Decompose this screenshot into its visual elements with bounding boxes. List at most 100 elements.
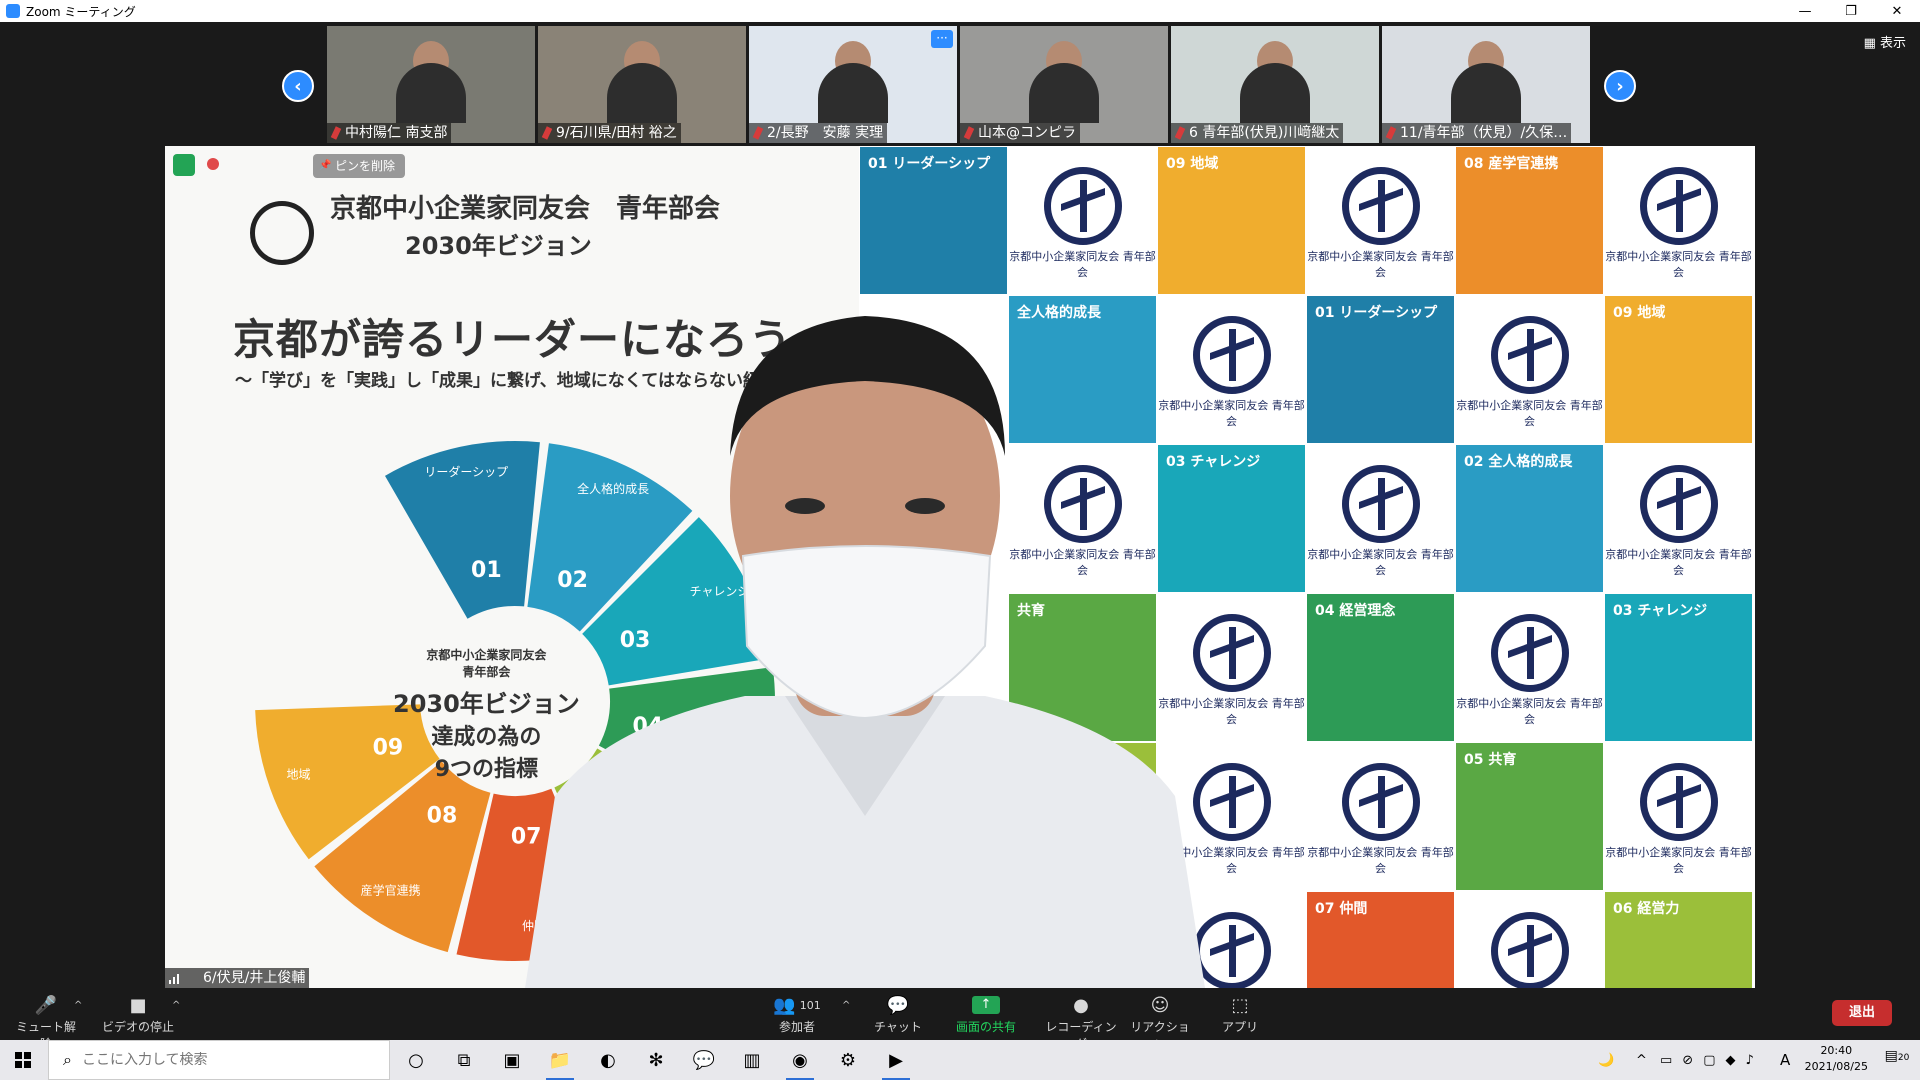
search-icon: ⌕ [63, 1050, 72, 1069]
wheel-segment-label: 産学官連携 [361, 882, 421, 897]
tray-icons: ▭ ⊘ ▢ ◆ ♪ [1660, 1040, 1780, 1080]
share-screen-icon: ↑ [950, 992, 1022, 1018]
video-options-caret[interactable]: ^ [172, 1000, 180, 1011]
taskbar-clock[interactable]: 20:40 2021/08/25 [1805, 1043, 1868, 1075]
taskbar-app-line[interactable]: 💬 [688, 1044, 720, 1076]
participant-body [818, 63, 888, 123]
slide-indicator-tile: 05 共育 [1455, 742, 1604, 891]
logo-tile-caption: 京都中小企業家同友会 青年部会 [1456, 697, 1603, 726]
ime-indicator[interactable]: A [1780, 1040, 1790, 1080]
stop-video-label: ビデオの停止 [101, 1020, 174, 1034]
tile-tag: 02 全人格的成長 [1464, 454, 1573, 470]
window-title: Zoom ミーティング [26, 4, 136, 19]
taskbar-app-task-view[interactable]: ⧉ [448, 1044, 480, 1076]
participant-thumbnail[interactable]: 山本@コンピラ [960, 26, 1168, 143]
wheel-segment-number: 08 [427, 804, 458, 829]
speaker-name-text: 6/伏見/井上俊輔 [203, 970, 306, 986]
notification-center-button[interactable]: ▤20 [1882, 1048, 1912, 1072]
tile-tag: 09 地域 [1166, 156, 1219, 172]
association-logo-icon [1639, 166, 1718, 245]
participant-name: 9/石川県/田村 裕之 [538, 123, 681, 143]
display-icon[interactable]: ▢ [1703, 1053, 1715, 1068]
taskbar-app-slack[interactable]: ✻ [640, 1044, 672, 1076]
tile-tag: 09 地域 [1613, 305, 1666, 321]
slide-organization: 京都中小企業家同友会 青年部会 [330, 194, 721, 224]
tray-overflow-caret[interactable]: ^ [1636, 1040, 1647, 1080]
logo-tile-caption: 京都中小企業家同友会 青年部会 [1307, 250, 1454, 279]
volume-icon[interactable]: ♪ [1746, 1053, 1754, 1068]
reaction-icon: ☺ [1150, 994, 1170, 1016]
participant-name: 11/青年部（伏見）/久保… [1382, 123, 1572, 143]
video-camera-icon: ■ [129, 994, 147, 1016]
thumbnail-more-button[interactable]: ··· [931, 30, 953, 48]
next-page-button[interactable]: › [1604, 70, 1636, 102]
participant-body [1240, 63, 1310, 123]
taskbar-app-trello[interactable]: ▥ [736, 1044, 768, 1076]
slide-logo-tile: 京都中小企業家同友会 青年部会 [1604, 146, 1753, 295]
maximize-button[interactable]: ❐ [1828, 0, 1874, 22]
view-button[interactable]: ▦ 表示 [1864, 32, 1906, 51]
speaker-figure [525, 316, 1205, 988]
logo-tile-caption: 京都中小企業家同友会 青年部会 [1307, 548, 1454, 577]
participant-thumbnail[interactable]: 11/青年部（伏見）/久保… [1382, 26, 1590, 143]
taskbar-app-chrome[interactable]: ◉ [784, 1044, 816, 1080]
apps-icon: ⬚ [1231, 994, 1249, 1016]
taskbar-app-zoom[interactable]: ▶ [880, 1044, 912, 1080]
association-logo-icon [1639, 762, 1718, 841]
association-logo-icon [1490, 315, 1569, 394]
logo-tile-caption: 京都中小企業家同友会 青年部会 [1456, 399, 1603, 428]
leave-meeting-button[interactable]: 退出 [1832, 1000, 1892, 1026]
clock-date: 2021/08/25 [1804, 1060, 1868, 1073]
tray-moon-icon[interactable]: 🌙 [1598, 1040, 1614, 1080]
participant-thumbnail[interactable]: 9/石川県/田村 裕之 [538, 26, 746, 143]
participant-body [607, 63, 677, 123]
participant-thumbnail[interactable]: 6 青年部(伏見)川﨑継太 [1171, 26, 1379, 143]
tile-tag: 01 リーダーシップ [1315, 305, 1438, 321]
minimize-button[interactable]: — [1782, 0, 1828, 22]
share-screen-button[interactable]: ↑ 画面の共有 [950, 992, 1022, 1035]
taskbar-search-box[interactable]: ⌕ [48, 1040, 390, 1080]
stop-video-button[interactable]: ■ ビデオの停止 [100, 992, 176, 1035]
chat-button[interactable]: 💬 チャット [868, 992, 928, 1035]
participant-name: 山本@コンピラ [960, 123, 1080, 143]
active-speaker-video[interactable]: 京都中小企業家同友会 青年部会 2030年ビジョン 京都が誇るリーダーになろう … [165, 146, 1755, 988]
participants-label: 参加者 [778, 1020, 815, 1034]
windows-logo-icon [15, 1052, 31, 1068]
taskbar-app-cortana[interactable]: ○ [400, 1044, 432, 1076]
participants-icon: 👥 101 [762, 992, 832, 1018]
participant-thumbnail-strip: 中村陽仁 南支部 9/石川県/田村 裕之 2/長野 安藤 実理 ··· 山本@コンピラ 6… [327, 26, 1590, 143]
window-controls: — ❐ ✕ [1782, 0, 1920, 22]
slide-logo-tile: 京都中小企業家同友会 青年部会 [1455, 295, 1604, 444]
taskbar-app-edge[interactable]: ◐ [592, 1044, 624, 1076]
meeting-area: ‹ 中村陽仁 南支部 9/石川県/田村 裕之 2/長野 安藤 実理 ··· 山本@コンピ… [0, 22, 1920, 988]
remove-pin-button[interactable]: ピンを削除 [313, 154, 406, 178]
apps-button[interactable]: ⬚ アプリ [1218, 992, 1262, 1035]
tile-tag: 08 産学官連携 [1464, 156, 1559, 172]
audio-options-caret[interactable]: ^ [74, 1000, 82, 1011]
taskbar-search-input[interactable] [81, 1052, 362, 1068]
participant-name: 2/長野 安藤 実理 [749, 123, 888, 143]
taskbar-app-file-explorer[interactable]: 📁 [544, 1044, 576, 1080]
slide-indicator-tile: 08 産学官連携 [1455, 146, 1604, 295]
taskbar-app-bw-app[interactable]: ▣ [496, 1044, 528, 1076]
network-icon[interactable]: ▭ [1660, 1053, 1672, 1068]
participant-count: 101 [799, 998, 821, 1012]
start-button[interactable] [0, 1040, 46, 1080]
taskbar-app-settings[interactable]: ⚙ [832, 1044, 864, 1076]
dropbox-icon[interactable]: ◆ [1726, 1053, 1736, 1068]
participant-thumbnail[interactable]: 中村陽仁 南支部 [327, 26, 535, 143]
tile-tag: 05 共育 [1464, 752, 1517, 768]
participant-thumbnail[interactable]: 2/長野 安藤 実理 ··· [749, 26, 957, 143]
security-shield-icon[interactable] [173, 154, 195, 176]
slide-logo-tile: 京都中小企業家同友会 青年部会 [1604, 444, 1753, 593]
association-logo-icon [1490, 613, 1569, 692]
close-button[interactable]: ✕ [1874, 0, 1920, 22]
security-tray-icon[interactable]: ⊘ [1682, 1053, 1693, 1068]
prev-page-button[interactable]: ‹ [282, 70, 314, 102]
speaker-name-label: 6/伏見/井上俊輔 [165, 968, 310, 988]
participants-button[interactable]: 👥 101 参加者 [762, 992, 832, 1035]
slide-logo-tile: 京都中小企業家同友会 青年部会 [1604, 742, 1753, 891]
slide-indicator-tile: 01 リーダーシップ [1306, 295, 1455, 444]
tile-tag: 04 経営理念 [1315, 603, 1396, 619]
participants-options-caret[interactable]: ^ [842, 1000, 850, 1011]
